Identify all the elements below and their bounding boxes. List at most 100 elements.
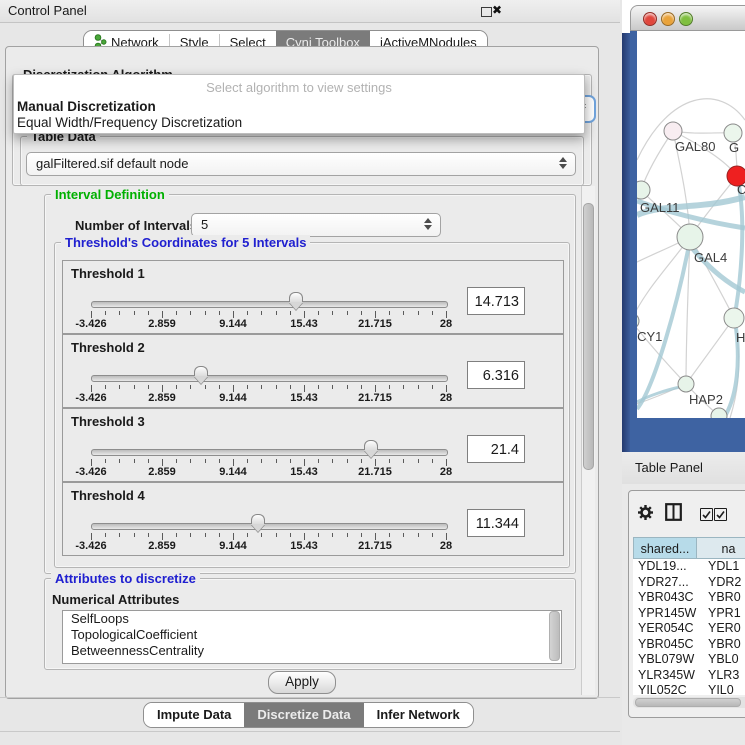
- slider-tick: [190, 385, 191, 389]
- slider-track[interactable]: [91, 449, 448, 456]
- threshold-label: Threshold 3: [71, 414, 145, 429]
- slider-track[interactable]: [91, 375, 448, 382]
- divider: [0, 731, 620, 732]
- slider-tick: [219, 533, 220, 537]
- network-node-H[interactable]: [724, 308, 744, 328]
- network-node-GCY1[interactable]: [637, 313, 639, 329]
- network-node-node-edge[interactable]: [711, 408, 727, 418]
- spinner-up-icon[interactable]: [424, 218, 432, 223]
- slider-scale-label: -3.426: [75, 318, 106, 330]
- slider-tick: [176, 311, 177, 315]
- slider-scale-labels: -3.4262.8599.14415.4321.71528: [76, 318, 462, 330]
- network-edge-thick[interactable]: [637, 387, 680, 402]
- slider-tick: [347, 385, 348, 389]
- slider-track[interactable]: [91, 523, 448, 530]
- network-node-GAL11[interactable]: [637, 181, 650, 199]
- application-window: Control Panel ✖ Network Style Select Cyn…: [0, 0, 745, 745]
- float-panel-icon[interactable]: [481, 7, 492, 17]
- panel-title: Control Panel: [8, 3, 87, 18]
- spinner-down-icon[interactable]: [559, 164, 567, 169]
- threshold-value-field[interactable]: 11.344: [467, 509, 525, 537]
- table-row[interactable]: YIL052CYIL0: [633, 683, 745, 695]
- slider-tick: [347, 533, 348, 537]
- attribute-item[interactable]: SelfLoops: [63, 611, 561, 627]
- table-row[interactable]: YER054CYER0: [633, 621, 745, 637]
- checkbox-icon[interactable]: [714, 508, 727, 521]
- numerical-attributes-list[interactable]: SelfLoopsTopologicalCoefficientBetweenne…: [62, 610, 562, 664]
- slider-tick: [176, 459, 177, 463]
- numerical-attributes-label: Numerical Attributes: [52, 592, 179, 607]
- table-horizontal-scrollbar-thumb[interactable]: [635, 698, 741, 707]
- attribute-item[interactable]: BetweennessCentrality: [63, 643, 561, 659]
- network-edge[interactable]: [686, 318, 734, 384]
- network-node-GAL4[interactable]: [677, 224, 703, 250]
- slider-tick: [190, 311, 191, 315]
- close-panel-icon[interactable]: ✖: [492, 3, 502, 17]
- slider-thumb[interactable]: [194, 366, 208, 384]
- network-view-canvas[interactable]: GAL80GCGAL11GAL4GCY1HHAP2: [637, 31, 745, 418]
- table-row[interactable]: YLR345WYLR3: [633, 668, 745, 684]
- slider-tick: [233, 533, 234, 540]
- slider-tick: [119, 311, 120, 315]
- spinner-down-icon[interactable]: [424, 225, 432, 230]
- zoom-window-icon[interactable]: [679, 12, 693, 26]
- network-node-label: GCY1: [637, 329, 662, 344]
- slider-tick: [446, 459, 447, 466]
- content-scrollbar-thumb[interactable]: [583, 203, 594, 470]
- slider-tick: [304, 459, 305, 466]
- column-header-shared-name[interactable]: shared...: [633, 537, 697, 559]
- tab-infer-network[interactable]: Infer Network: [364, 703, 473, 727]
- table-row[interactable]: YDR27...YDR2: [633, 575, 745, 591]
- slider-tick: [190, 459, 191, 463]
- network-node-HAP2[interactable]: [678, 376, 694, 392]
- network-node-GAL80[interactable]: [664, 122, 682, 140]
- table-horizontal-scrollbar[interactable]: [633, 697, 745, 708]
- attributes-list-scrollbar[interactable]: [549, 611, 560, 661]
- table-body[interactable]: YDL19...YDL1YDR27...YDR2YBR043CYBR0YPR14…: [633, 559, 745, 695]
- table-row[interactable]: YBL079WYBL0: [633, 652, 745, 668]
- checkbox-icon[interactable]: [700, 508, 713, 521]
- slider-tick: [134, 459, 135, 463]
- column-header-name[interactable]: na: [697, 537, 745, 559]
- attribute-item[interactable]: TopologicalCoefficient: [63, 627, 561, 643]
- table-row[interactable]: YPR145WYPR1: [633, 606, 745, 622]
- slider-thumb[interactable]: [289, 292, 303, 310]
- spinner-up-icon[interactable]: [559, 157, 567, 162]
- slider-tick: [375, 385, 376, 392]
- table-row[interactable]: YDL19...YDL1: [633, 559, 745, 575]
- threshold-value-field[interactable]: 21.4: [467, 435, 525, 463]
- slider-tick: [318, 533, 319, 537]
- minimize-window-icon[interactable]: [661, 12, 675, 26]
- slider-thumb[interactable]: [251, 514, 265, 532]
- table-data-combobox[interactable]: galFiltered.sif default node: [26, 152, 576, 176]
- threshold-label: Threshold 2: [71, 340, 145, 355]
- tab-impute-data[interactable]: Impute Data: [144, 703, 244, 727]
- slider-tick: [247, 311, 248, 315]
- slider-scale-label: 2.859: [148, 466, 176, 478]
- apply-button[interactable]: Apply: [268, 671, 336, 694]
- slider-tick: [403, 533, 404, 537]
- threshold-value-field[interactable]: 14.713: [467, 287, 525, 315]
- network-window-titlebar[interactable]: [630, 5, 745, 31]
- slider-tick: [418, 385, 419, 389]
- gear-icon[interactable]: [637, 504, 654, 526]
- dropdown-option-manual[interactable]: Manual Discretization: [17, 99, 156, 114]
- slider-tick: [134, 385, 135, 389]
- slider-tick: [290, 311, 291, 315]
- table-row[interactable]: YBR045CYBR0: [633, 637, 745, 653]
- threshold-4-box: Threshold 4-3.4262.8599.14415.4321.71528…: [62, 482, 564, 556]
- slider-track[interactable]: [91, 301, 448, 308]
- table-row[interactable]: YBR043CYBR0: [633, 590, 745, 606]
- dropdown-option-equal-width[interactable]: Equal Width/Frequency Discretization: [17, 115, 242, 130]
- slider-tick: [247, 459, 248, 463]
- slider-thumb[interactable]: [364, 440, 378, 458]
- threshold-value-field[interactable]: 6.316: [467, 361, 525, 389]
- slider-scale-label: -3.426: [75, 540, 106, 552]
- number-of-intervals-spinner[interactable]: 5: [191, 213, 441, 237]
- slider-tick: [148, 459, 149, 463]
- columns-icon[interactable]: [665, 503, 682, 526]
- close-window-icon[interactable]: [643, 12, 657, 26]
- slider-scale-label: 21.715: [358, 466, 392, 478]
- network-edge[interactable]: [641, 131, 673, 190]
- tab-discretize-data[interactable]: Discretize Data: [244, 703, 363, 727]
